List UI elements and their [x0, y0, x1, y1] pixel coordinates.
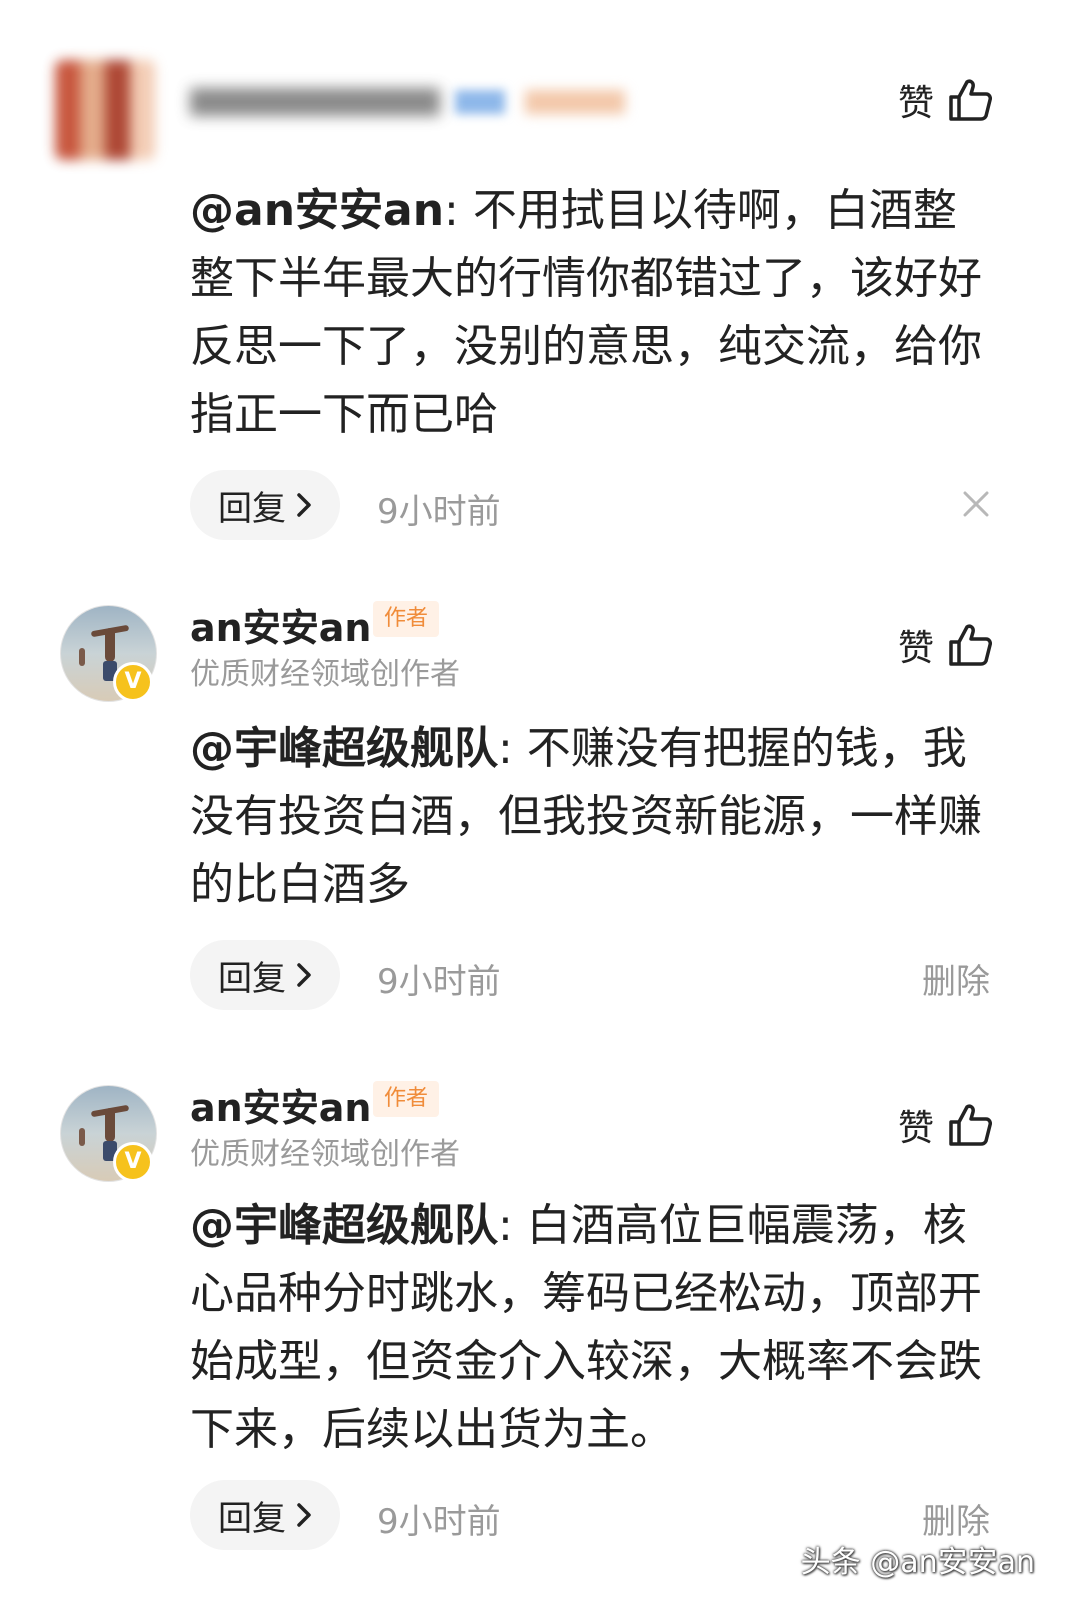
delete-button[interactable]: 删除: [922, 954, 990, 1003]
reply-button[interactable]: 回复: [190, 940, 340, 1010]
avatar[interactable]: [55, 60, 155, 160]
comment-footer: 回复 9小时前 删除: [0, 940, 1080, 1010]
reply-label: 回复: [218, 488, 286, 529]
mention-link[interactable]: @宇峰超级舰队: [190, 1200, 498, 1251]
timestamp: 9小时前: [377, 492, 501, 532]
like-label: 赞: [897, 628, 934, 669]
thumbs-up-icon: [948, 1104, 992, 1146]
chevron-right-icon: [296, 962, 312, 988]
like-button[interactable]: 赞: [898, 74, 992, 126]
like-label: 赞: [897, 1108, 934, 1149]
like-button[interactable]: 赞: [898, 619, 992, 671]
delete-button[interactable]: 删除: [922, 1494, 990, 1543]
username-blurred: [180, 80, 640, 124]
mention-link[interactable]: @宇峰超级舰队: [190, 723, 498, 774]
author-tag: 作者: [373, 1081, 439, 1117]
verified-badge: V: [113, 1142, 153, 1182]
like-button[interactable]: 赞: [898, 1099, 992, 1151]
mention-link[interactable]: @an安安an: [190, 185, 444, 236]
username[interactable]: an安安an: [190, 597, 371, 652]
timestamp: 9小时前: [377, 1502, 501, 1542]
timestamp: 9小时前: [377, 962, 501, 1002]
reply-label: 回复: [218, 958, 286, 999]
user-subtitle: 优质财经领域创作者: [190, 657, 460, 692]
thumbs-up-icon: [948, 79, 992, 121]
chevron-right-icon: [296, 492, 312, 518]
close-icon[interactable]: [960, 488, 992, 520]
reply-label: 回复: [218, 1498, 286, 1539]
reply-button[interactable]: 回复: [190, 470, 340, 540]
comment-text: @an安安an: 不用拭目以待啊，白酒整整下半年最大的行情你都错过了，该好好反思…: [190, 177, 1000, 449]
author-tag: 作者: [373, 601, 439, 637]
comment-text: @宇峰超级舰队: 白酒高位巨幅震荡，核心品种分时跳水，筹码已经松动，顶部开始成型…: [190, 1192, 1000, 1464]
watermark: 头条 @an安安an: [800, 1545, 1035, 1580]
comment-footer: 回复 9小时前: [0, 470, 1080, 540]
verified-badge: V: [113, 662, 153, 702]
comment-text: @宇峰超级舰队: 不赚没有把握的钱，我没有投资白酒，但我投资新能源，一样赚的比白…: [190, 715, 1000, 919]
user-subtitle: 优质财经领域创作者: [190, 1137, 460, 1172]
username[interactable]: an安安an: [190, 1077, 371, 1132]
thumbs-up-icon: [948, 624, 992, 666]
reply-button[interactable]: 回复: [190, 1480, 340, 1550]
chevron-right-icon: [296, 1502, 312, 1528]
like-label: 赞: [897, 83, 934, 124]
